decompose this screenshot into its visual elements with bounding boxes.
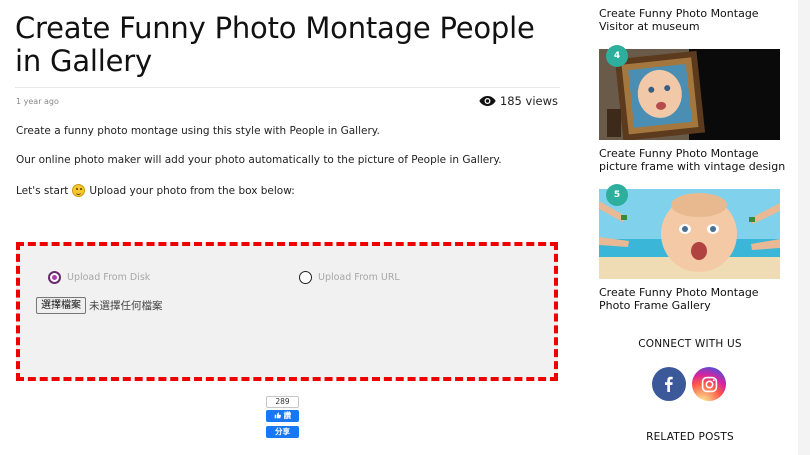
framed-baby-photo xyxy=(599,49,780,140)
view-count: 185 views xyxy=(479,94,558,108)
description-paragraph: Our online photo maker will add your pho… xyxy=(16,154,502,166)
file-picker: 選擇檔案 未選擇任何檔案 xyxy=(36,297,163,314)
social-links xyxy=(652,367,726,401)
sidebar-post-title[interactable]: Create Funny Photo Montage Visitor at mu… xyxy=(599,7,789,33)
title-divider xyxy=(15,87,560,88)
sidebar-post-title[interactable]: Create Funny Photo Montage picture frame… xyxy=(599,147,789,173)
upload-from-url-radio[interactable] xyxy=(299,271,312,284)
fb-like-label: 讚 xyxy=(283,411,292,420)
beach-baby-photo xyxy=(599,189,780,279)
upload-from-url-label: Upload From URL xyxy=(318,272,400,283)
choose-file-button[interactable]: 選擇檔案 xyxy=(36,297,86,314)
smiley-icon xyxy=(72,184,86,197)
file-status-text: 未選擇任何檔案 xyxy=(89,300,163,312)
view-count-label: 185 views xyxy=(499,94,558,108)
upload-from-disk-option[interactable]: Upload From Disk xyxy=(48,271,150,284)
sidebar-post-title[interactable]: Create Funny Photo Montage Photo Frame G… xyxy=(599,286,789,312)
fb-share-button[interactable]: 分享 xyxy=(266,426,299,438)
facebook-like-widget: 289 讚 分享 xyxy=(266,396,299,438)
sidebar: Create Funny Photo Montage Visitor at mu… xyxy=(580,0,810,455)
fb-like-button[interactable]: 讚 xyxy=(266,410,299,422)
thumbs-up-icon xyxy=(274,412,281,419)
page-title: Create Funny Photo Montage People in Gal… xyxy=(15,11,535,78)
instruction-lead: Let's start xyxy=(16,184,69,197)
upload-from-url-option[interactable]: Upload From URL xyxy=(299,271,400,284)
intro-paragraph: Create a funny photo montage using this … xyxy=(16,125,380,137)
upload-from-disk-radio[interactable] xyxy=(48,271,61,284)
scrollbar[interactable] xyxy=(798,0,810,455)
facebook-icon xyxy=(665,376,673,392)
upload-from-disk-label: Upload From Disk xyxy=(67,272,151,283)
instagram-button[interactable] xyxy=(692,367,726,401)
eye-icon xyxy=(479,96,496,106)
post-date: 1 year ago xyxy=(16,97,59,106)
facebook-button[interactable] xyxy=(652,367,686,401)
post-thumbnail-beach-baby[interactable] xyxy=(599,189,780,279)
article-content: Create Funny Photo Montage People in Gal… xyxy=(0,0,580,455)
related-posts-heading: RELATED POSTS xyxy=(646,431,734,443)
connect-heading: CONNECT WITH US xyxy=(638,338,742,350)
post-thumbnail-framed-baby[interactable] xyxy=(599,49,780,140)
upload-panel: Upload From Disk Upload From URL 選擇檔案 未選… xyxy=(16,242,558,381)
post-rank-badge: 4 xyxy=(606,45,628,67)
instruction-paragraph: Let's start Upload your photo from the b… xyxy=(16,184,295,197)
post-rank-badge: 5 xyxy=(606,184,628,206)
instagram-icon xyxy=(701,376,717,392)
instruction-tail: Upload your photo from the box below: xyxy=(89,184,295,197)
like-count: 289 xyxy=(266,396,299,408)
